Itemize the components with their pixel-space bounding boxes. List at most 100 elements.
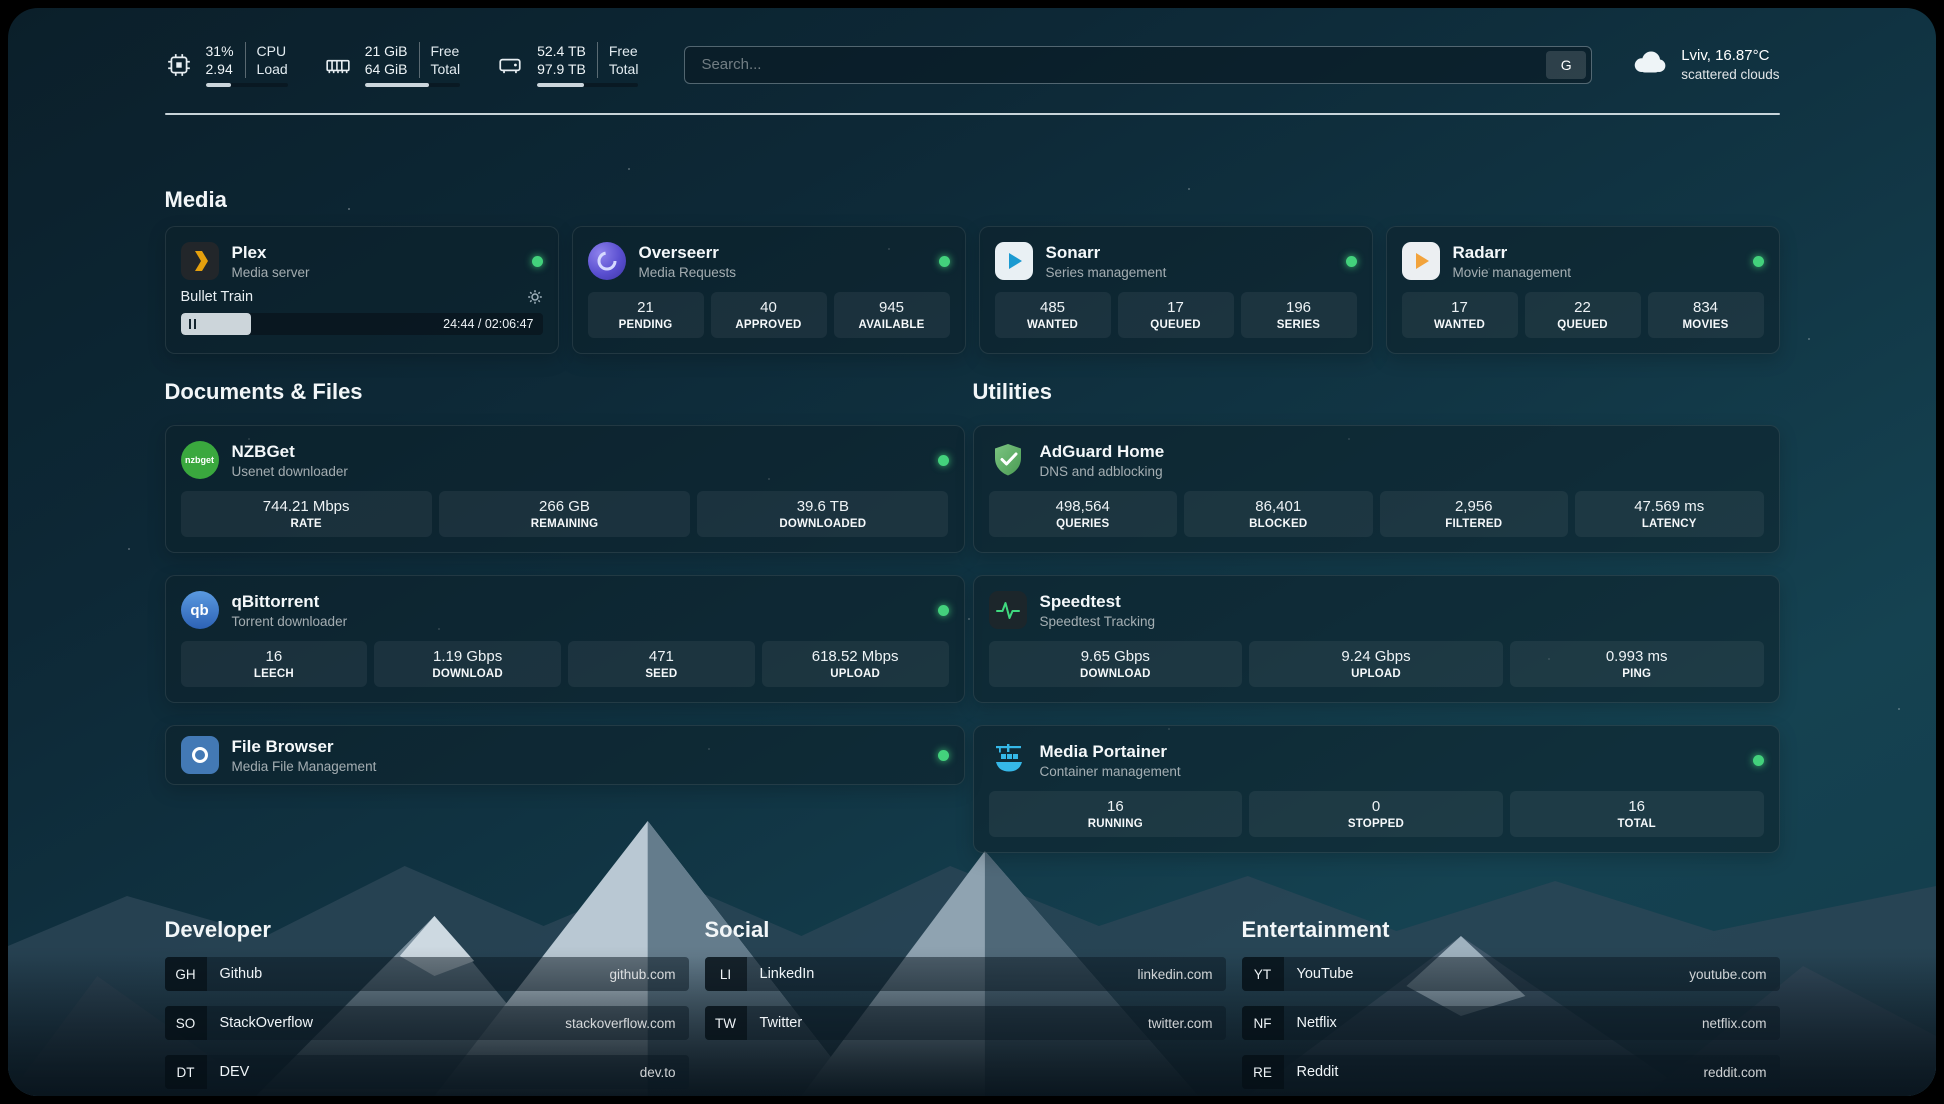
- app-title: AdGuard Home: [1040, 442, 1165, 462]
- stat-box: 47.569 ms LATENCY: [1575, 491, 1764, 537]
- cpu-usage-bar: [206, 83, 288, 87]
- link-name: Netflix: [1297, 1015, 1337, 1031]
- stat-box: 0 STOPPED: [1249, 791, 1503, 837]
- adguard-card[interactable]: AdGuard Home DNS and adblocking 498,564 …: [973, 425, 1780, 553]
- snow-specks: [8, 8, 10, 10]
- plex-card[interactable]: Plex Media server Bullet Train: [165, 226, 559, 354]
- filebrowser-icon: [181, 736, 219, 774]
- speedtest-icon: [989, 591, 1027, 629]
- stat-value: 1.19 Gbps: [433, 648, 502, 665]
- radarr-card[interactable]: Radarr Movie management 17 WANTED 22 QUE…: [1386, 226, 1780, 354]
- app-title: qBittorrent: [232, 592, 348, 612]
- qbittorrent-card[interactable]: qb qBittorrent Torrent downloader 16 LEE…: [165, 575, 965, 703]
- qbittorrent-icon-text: qb: [190, 602, 208, 619]
- link-netflix[interactable]: NF Netflix netflix.com: [1242, 1006, 1780, 1040]
- playback-progress-bar[interactable]: 24:44 / 02:06:47: [181, 313, 543, 335]
- cpu-load-value: 2.94: [206, 60, 234, 78]
- stat-box: 16 RUNNING: [989, 791, 1243, 837]
- stat-box: 0.993 ms PING: [1510, 641, 1764, 687]
- stat-value: 0: [1372, 798, 1380, 815]
- app-title: Speedtest: [1040, 592, 1156, 612]
- cpu-icon: [165, 51, 193, 79]
- stat-value: 945: [879, 299, 904, 316]
- app-subtitle: Media server: [232, 265, 310, 280]
- sonarr-icon: [995, 242, 1033, 280]
- ram-free-value: 21 GiB: [365, 42, 408, 60]
- link-abbr-badge: GH: [165, 957, 207, 991]
- link-dev[interactable]: DT DEV dev.to: [165, 1055, 689, 1089]
- stat-value: 744.21 Mbps: [263, 498, 350, 515]
- stat-box: 1.19 Gbps DOWNLOAD: [374, 641, 561, 687]
- status-online-dot: [939, 256, 950, 267]
- disk-usage-bar: [537, 83, 638, 87]
- stat-value: 40: [760, 299, 777, 316]
- disk-metric: 52.4 TB 97.9 TB Free Total: [496, 42, 638, 87]
- utilities-heading: Utilities: [973, 379, 1780, 405]
- stat-value: 834: [1693, 299, 1718, 316]
- documents-files-section: Documents & Files nzbget NZBGet Usenet d…: [165, 379, 965, 807]
- overseerr-icon: [588, 242, 626, 280]
- search-engine-button[interactable]: G: [1546, 51, 1586, 79]
- stat-box: 266 GB REMAINING: [439, 491, 690, 537]
- link-github[interactable]: GH Github github.com: [165, 957, 689, 991]
- app-subtitle: Container management: [1040, 764, 1181, 779]
- link-name: Reddit: [1297, 1064, 1339, 1080]
- app-title: Sonarr: [1046, 243, 1167, 263]
- app-subtitle: Movie management: [1453, 265, 1572, 280]
- stat-label: LEECH: [254, 668, 294, 680]
- status-online-dot: [1753, 256, 1764, 267]
- stat-label: UPLOAD: [830, 668, 880, 680]
- developer-heading: Developer: [165, 917, 689, 943]
- link-name: Github: [220, 966, 263, 982]
- app-title: Plex: [232, 243, 310, 263]
- link-abbr-badge: RE: [1242, 1055, 1284, 1089]
- media-section: Media Plex Media server: [165, 187, 1780, 354]
- search-bar[interactable]: G: [684, 46, 1592, 84]
- weather-condition: scattered clouds: [1681, 65, 1779, 84]
- stat-label: SEED: [645, 668, 677, 680]
- stat-value: 471: [649, 648, 674, 665]
- disk-free-label: Free: [609, 42, 639, 60]
- stat-box: 2,956 FILTERED: [1380, 491, 1569, 537]
- stat-label: RUNNING: [1088, 818, 1143, 830]
- filebrowser-card[interactable]: File Browser Media File Management: [165, 725, 965, 785]
- stat-label: WANTED: [1027, 319, 1078, 331]
- link-linkedin[interactable]: LI LinkedIn linkedin.com: [705, 957, 1226, 991]
- pause-button[interactable]: [189, 319, 197, 329]
- link-stackoverflow[interactable]: SO StackOverflow stackoverflow.com: [165, 1006, 689, 1040]
- stat-value: 22: [1574, 299, 1591, 316]
- app-subtitle: DNS and adblocking: [1040, 464, 1165, 479]
- settings-gear-icon[interactable]: [527, 289, 543, 305]
- documents-files-heading: Documents & Files: [165, 379, 965, 405]
- portainer-card[interactable]: Media Portainer Container management 16 …: [973, 725, 1780, 853]
- search-input[interactable]: [699, 55, 1546, 74]
- app-subtitle: Series management: [1046, 265, 1167, 280]
- status-online-dot: [1346, 256, 1357, 267]
- app-title: Overseerr: [639, 243, 737, 263]
- stat-value: 39.6 TB: [797, 498, 849, 515]
- overseerr-card[interactable]: Overseerr Media Requests 21 PENDING 40 A…: [572, 226, 966, 354]
- link-reddit[interactable]: RE Reddit reddit.com: [1242, 1055, 1780, 1089]
- nzbget-card[interactable]: nzbget NZBGet Usenet downloader 744.21 M…: [165, 425, 965, 553]
- stat-value: 16: [266, 648, 283, 665]
- cpu-usage-bar-fill: [206, 83, 231, 87]
- app-subtitle: Usenet downloader: [232, 464, 348, 479]
- link-twitter[interactable]: TW Twitter twitter.com: [705, 1006, 1226, 1040]
- stat-box: 39.6 TB DOWNLOADED: [697, 491, 948, 537]
- link-url: reddit.com: [1703, 1065, 1766, 1080]
- link-youtube[interactable]: YT YouTube youtube.com: [1242, 957, 1780, 991]
- nzbget-icon: nzbget: [181, 441, 219, 479]
- stat-label: RATE: [291, 518, 322, 530]
- stat-value: 9.24 Gbps: [1341, 648, 1410, 665]
- stat-box: 21 PENDING: [588, 292, 704, 338]
- status-online-dot: [1753, 755, 1764, 766]
- ram-total-label: Total: [431, 60, 461, 78]
- stat-box: 498,564 QUERIES: [989, 491, 1178, 537]
- stat-value: 2,956: [1455, 498, 1493, 515]
- stat-label: APPROVED: [735, 319, 801, 331]
- stat-box: 17 WANTED: [1402, 292, 1518, 338]
- link-abbr-badge: SO: [165, 1006, 207, 1040]
- utilities-section: Utilities: [973, 379, 1780, 875]
- sonarr-card[interactable]: Sonarr Series management 485 WANTED 17 Q…: [979, 226, 1373, 354]
- speedtest-card[interactable]: Speedtest Speedtest Tracking 9.65 Gbps D…: [973, 575, 1780, 703]
